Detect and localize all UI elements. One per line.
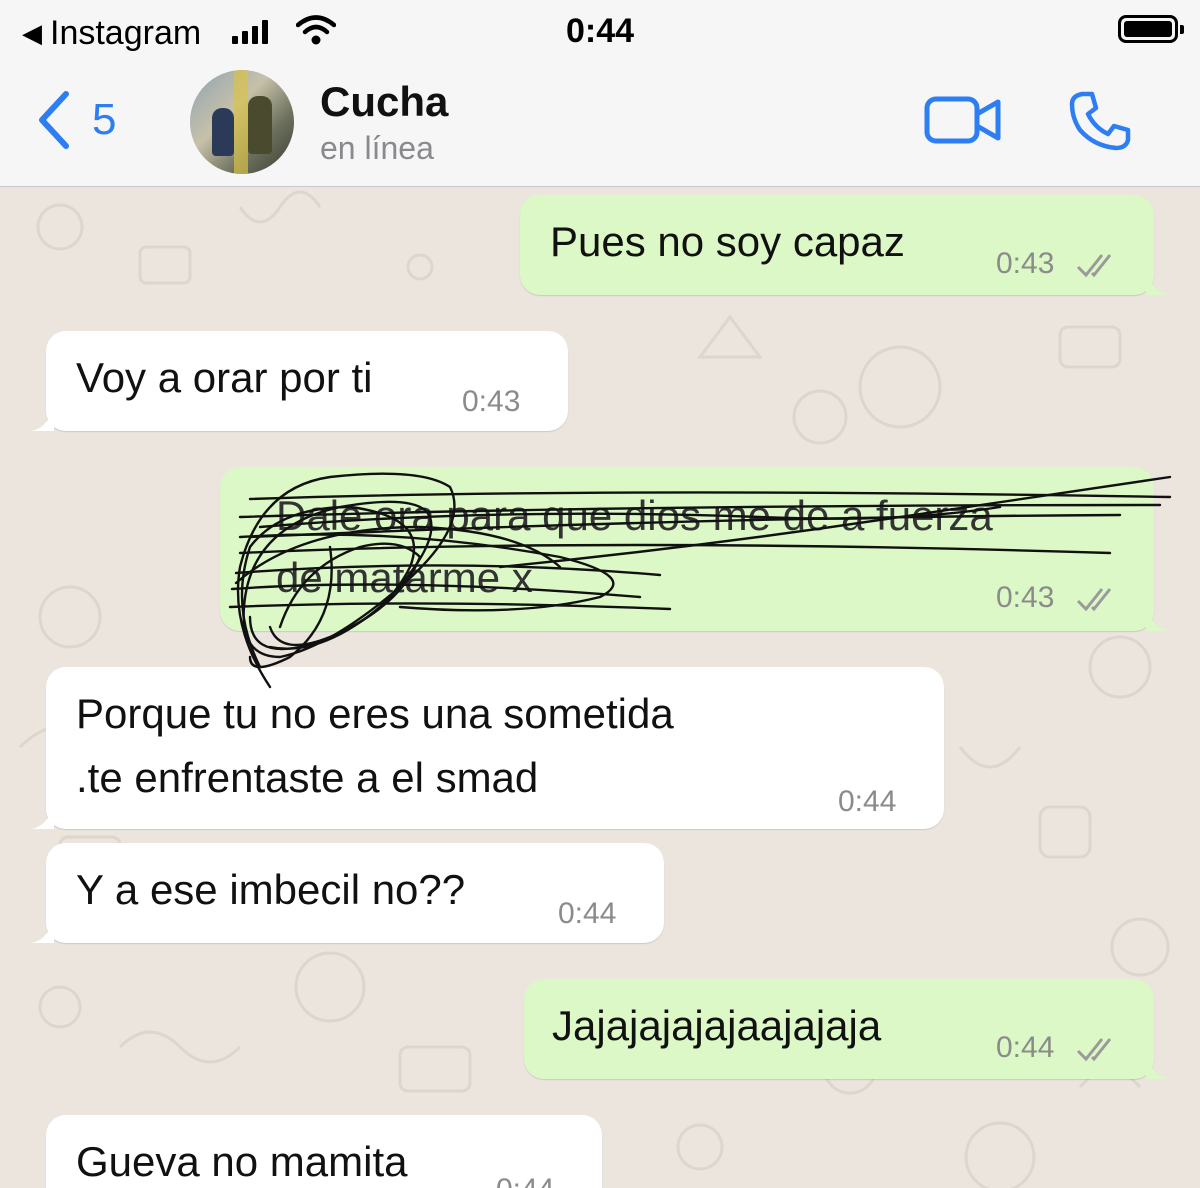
message-text: Y a ese imbecil no?? (76, 866, 466, 913)
message-time: 0:44 (558, 897, 617, 930)
unread-count: 5 (92, 95, 117, 144)
message-bubble-incoming[interactable]: Gueva no mamita 0:44 (46, 1115, 602, 1188)
message-bubble-outgoing[interactable]: Pues no soy capaz 0:43 (520, 195, 1168, 295)
status-time: 0:44 (565, 12, 635, 50)
back-chevron-icon (39, 91, 69, 149)
message-bubble-outgoing-scribbled[interactable]: Dale ora para que dios me de a fuerza de… (220, 467, 1168, 631)
message-time: 0:44 (996, 1031, 1055, 1064)
message-time: 0:44 (496, 1173, 554, 1188)
message-bubble-outgoing[interactable]: Jajajajajajaajajaja 0:44 (524, 979, 1168, 1079)
chat-area[interactable]: Pues no soy capaz 0:43 Voy a orar por ti… (0, 187, 1200, 1188)
message-text: Pues no soy capaz (550, 218, 905, 265)
message-time: 0:44 (838, 785, 897, 818)
message-bubble-incoming[interactable]: Y a ese imbecil no?? 0:44 (32, 843, 664, 943)
status-bar: ◀ Instagram 0:44 (0, 0, 1200, 62)
chat-header: 5 Cucha en línea (0, 62, 1200, 187)
message-text: Jajajajajajaajajaja (552, 1002, 882, 1049)
message-text: Gueva no mamita (76, 1138, 408, 1185)
message-text-line2: de matarme x (276, 554, 533, 601)
message-time: 0:43 (996, 247, 1055, 280)
message-text: Dale ora para que dios me de a fuerza (276, 492, 993, 539)
message-text: Voy a orar por ti (76, 354, 373, 401)
double-check-icon (1076, 1038, 1112, 1062)
phone-call-icon[interactable] (1068, 90, 1132, 152)
contact-name[interactable]: Cucha (320, 78, 448, 126)
message-text-line2: .te enfrentaste a el smad (76, 754, 539, 801)
battery-icon (1118, 15, 1184, 43)
back-button[interactable]: 5 (36, 90, 116, 150)
message-bubble-incoming[interactable]: Voy a orar por ti 0:43 (32, 331, 568, 431)
message-text: Porque tu no eres una sometida (76, 690, 674, 737)
message-bubble-incoming[interactable]: Porque tu no eres una sometida .te enfre… (32, 667, 944, 829)
message-time: 0:43 (462, 385, 521, 418)
contact-status: en línea (320, 130, 434, 166)
double-check-icon (1076, 588, 1112, 612)
avatar[interactable] (190, 70, 294, 174)
message-time: 0:43 (996, 581, 1055, 614)
video-call-icon[interactable] (924, 94, 1002, 146)
double-check-icon (1076, 254, 1112, 278)
